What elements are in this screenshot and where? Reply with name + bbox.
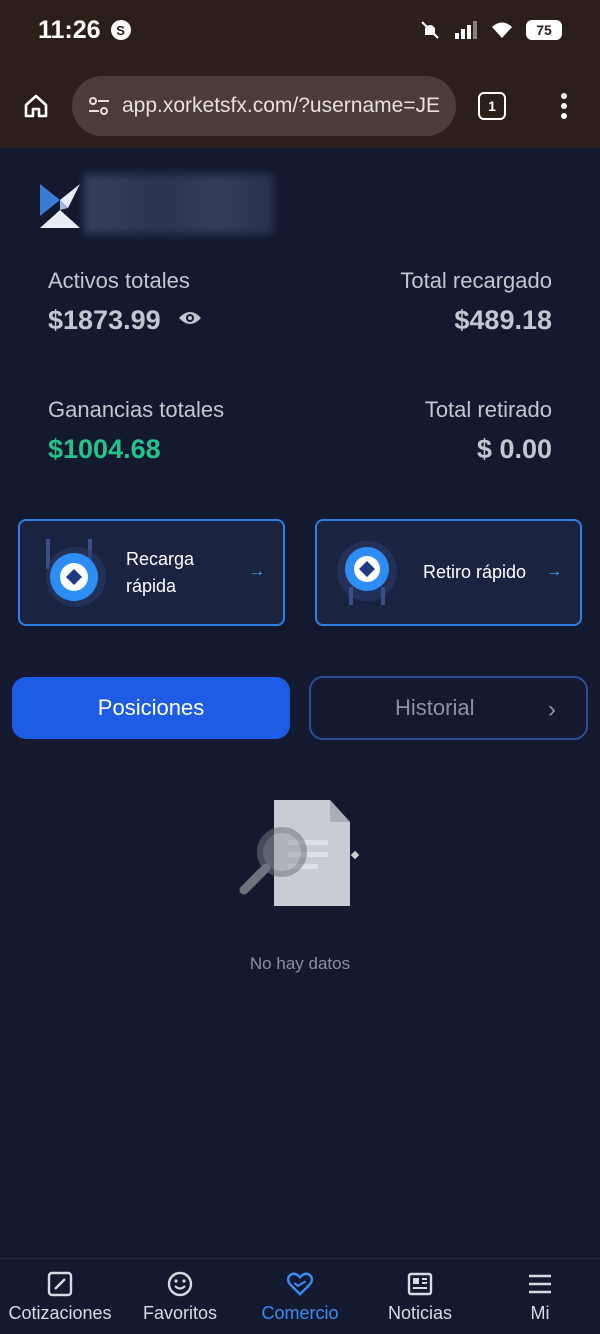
quick-withdraw-button[interactable]: Retiro rápido → [315, 519, 582, 626]
tab-positions[interactable]: Posiciones [12, 677, 290, 739]
chart-icon [47, 1271, 73, 1297]
browser-chrome: 11:26 S 75 app.xorketsfx.com/?username=J… [0, 0, 600, 148]
quick-recharge-line2: rápida [126, 575, 177, 596]
mute-icon [418, 19, 442, 41]
bottom-nav: Cotizaciones Favoritos Comercio Noticias… [0, 1258, 600, 1334]
empty-search-icon [236, 796, 366, 911]
site-settings-icon[interactable] [86, 93, 112, 119]
nav-trade[interactable]: Comercio [240, 1259, 360, 1334]
wifi-icon [490, 19, 514, 41]
address-bar-row: app.xorketsfx.com/?username=JE 1 [0, 74, 600, 138]
nav-news-label: Noticias [387, 1303, 453, 1323]
quick-recharge-button[interactable]: Recarga rápida → [18, 519, 285, 626]
nav-favorites-label: Favoritos [142, 1303, 218, 1323]
nav-quotes-label: Cotizaciones [8, 1303, 112, 1323]
nav-quotes[interactable]: Cotizaciones [0, 1259, 120, 1334]
nav-me-label: Mi [530, 1303, 550, 1323]
nav-favorites[interactable]: Favoritos [120, 1259, 240, 1334]
more-options-icon[interactable] [552, 90, 576, 122]
brand-logo [38, 182, 82, 230]
arrow-right-icon: → [249, 563, 265, 580]
total-assets-label: Activos totales [48, 268, 190, 293]
home-icon[interactable] [16, 86, 56, 126]
eye-icon[interactable] [178, 308, 202, 328]
nav-news[interactable]: Noticias [360, 1259, 480, 1334]
url-text: app.xorketsfx.com/?username=JE [122, 94, 441, 117]
tab-switcher-button[interactable]: 1 [478, 92, 506, 120]
total-earnings-label: Ganancias totales [48, 397, 225, 422]
tab-history-label: Historial [395, 695, 475, 720]
quick-withdraw-label: Retiro rápido [423, 562, 527, 582]
status-indicators: 75 [418, 19, 562, 41]
menu-icon [527, 1271, 553, 1297]
main-content: Activos totales $1873.99 Total recargado… [0, 148, 600, 1258]
chevron-right-icon: › [548, 696, 556, 723]
quick-recharge-line1: Recarga [126, 548, 195, 569]
nav-me[interactable]: Mi [480, 1259, 600, 1334]
total-recharged-label: Total recargado [400, 268, 552, 293]
smile-icon [167, 1271, 193, 1297]
arrow-right-icon: → [546, 563, 562, 580]
deposit-coin-icon [40, 533, 110, 613]
status-bar: 11:26 S 75 [0, 0, 600, 60]
signal-icon [454, 19, 478, 41]
withdraw-coin-icon [337, 533, 407, 613]
app-notification-icon: S [110, 20, 131, 40]
nav-trade-label: Comercio [261, 1303, 339, 1323]
news-icon [407, 1271, 433, 1297]
handshake-heart-icon [287, 1271, 313, 1297]
total-earnings-value: $1004.68 [48, 434, 161, 464]
total-recharged-value: $489.18 [454, 305, 552, 335]
total-withdrawn-label: Total retirado [424, 397, 552, 422]
empty-state-text: No hay datos [249, 954, 351, 973]
url-field[interactable]: app.xorketsfx.com/?username=JE [72, 76, 456, 136]
username-redacted [84, 174, 274, 234]
quick-recharge-text: Recarga rápida [126, 546, 194, 600]
battery-icon: 75 [526, 20, 562, 40]
status-time: 11:26 [38, 15, 101, 44]
total-assets-value: $1873.99 [48, 305, 161, 335]
total-withdrawn-value: $ 0.00 [476, 434, 552, 464]
tab-history[interactable]: Historial › [309, 676, 588, 740]
